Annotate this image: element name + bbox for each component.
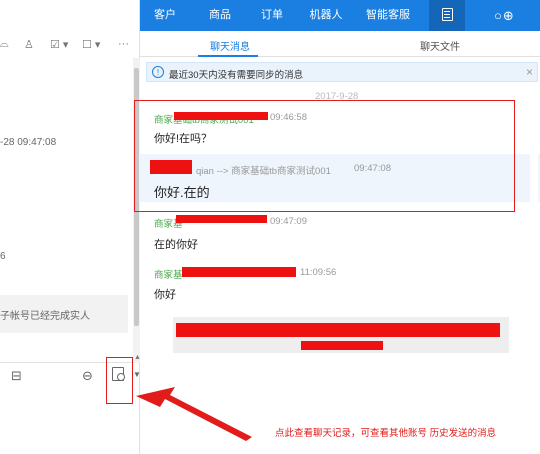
contact-pane: ⌓ ♙ ☑ ▾ ☐ ▾ ··· -28 09:47:08 6 子帐号已经完成实人… (0, 0, 141, 454)
chat-scrollbar[interactable] (530, 99, 538, 379)
top-right-icons[interactable]: ○⊕ (494, 0, 515, 31)
contact-digit: 6 (0, 251, 6, 262)
contact-timestamp: -28 09:47:08 (0, 137, 57, 148)
nav-document[interactable] (429, 0, 465, 31)
message-time: 09:47:09 (270, 216, 307, 227)
info-icon: ! (152, 66, 164, 78)
message-sender: 商家基 (154, 270, 183, 281)
notice-text: 最近30天内没有需要同步的消息 (169, 70, 304, 81)
screenshot-icon[interactable]: ☑ ▾ (50, 38, 68, 51)
top-nav-bar: 客户 商品 订单 机器人 智能客服 ○⊕ (140, 0, 540, 31)
message-text: 你好 (154, 289, 176, 301)
nav-customer[interactable]: 客户 (140, 0, 190, 31)
annotation-note: 点此查看聊天记录，可查看其他账号 历史发送的消息 (275, 428, 497, 439)
add-contact-icon[interactable]: ♙ (24, 38, 34, 51)
quick-reply-icon[interactable]: ⊟ (11, 368, 22, 384)
message-text: 在的你好 (154, 239, 198, 251)
nav-product[interactable]: 商品 (198, 0, 242, 31)
message-time: 11:09:56 (300, 267, 337, 278)
more-icon[interactable]: ··· (118, 38, 129, 50)
active-tab-indicator (198, 55, 258, 57)
nav-order[interactable]: 订单 (252, 0, 292, 31)
system-message (173, 317, 509, 353)
tab-chat-files[interactable]: 聊天文件 (420, 38, 460, 53)
list-item-text: 子帐号已经完成实人 (0, 311, 90, 322)
close-icon[interactable]: × (526, 65, 533, 79)
redaction-bar (182, 267, 296, 277)
tab-chat-messages[interactable]: 聊天消息 (210, 38, 250, 53)
list-item[interactable]: 子帐号已经完成实人 (0, 295, 128, 333)
redaction-bar (176, 323, 500, 337)
nav-smart-service[interactable]: 智能客服 (358, 0, 418, 31)
redaction-bar (176, 215, 267, 223)
chat-tabs: 聊天消息 聊天文件 (140, 31, 540, 57)
redaction-bar (301, 341, 383, 350)
nav-robot[interactable]: 机器人 (300, 0, 352, 31)
document-icon (441, 7, 453, 21)
left-toolbar: ⌓ ♙ ☑ ▾ ☐ ▾ ··· (0, 34, 136, 58)
video-icon[interactable]: ☐ ▾ (82, 38, 100, 51)
history-icon (112, 367, 125, 381)
sync-notice: ! 最近30天内没有需要同步的消息 × (146, 62, 538, 82)
emoji-icon[interactable]: ⊖ (82, 368, 93, 384)
phone-icon[interactable]: ⌓ (0, 38, 9, 51)
highlight-frame (134, 100, 515, 212)
chat-history-button[interactable] (106, 357, 133, 404)
chat-pane: 聊天消息 聊天文件 ! 最近30天内没有需要同步的消息 × 2017-9-28 … (134, 31, 540, 454)
